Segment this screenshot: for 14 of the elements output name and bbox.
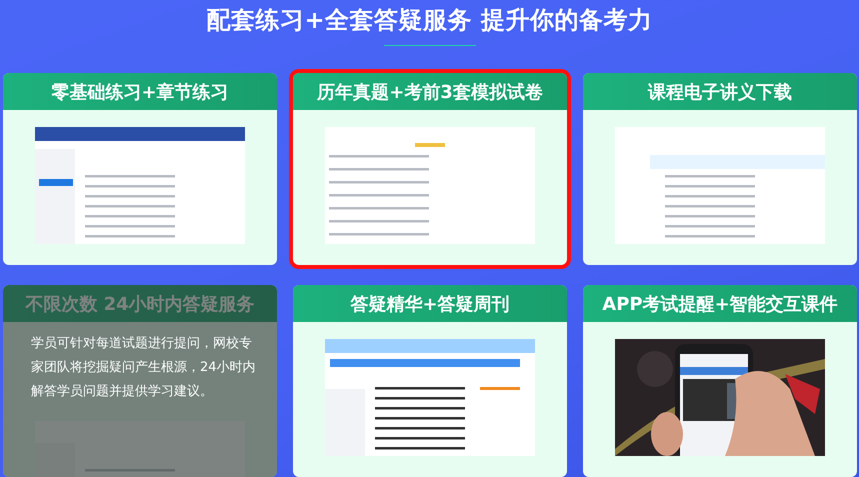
card-description: 学员可针对每道试题进行提问，网校专家团队将挖掘疑问产生根源，24小时内解答学员问题并提供学习建议。 — [31, 335, 257, 401]
card-title: APP考试提醒+智能交互课件 — [602, 292, 838, 316]
feature-card[interactable]: 答疑精华+答疑周刊 — [293, 285, 567, 477]
feature-card[interactable]: APP考试提醒+智能交互课件 — [583, 285, 857, 477]
feature-card[interactable]: 课程电子讲义下载 — [583, 73, 857, 265]
feature-card[interactable]: 历年真题+考前3套模拟试卷 — [293, 73, 567, 265]
card-title: 课程电子讲义下载 — [648, 80, 792, 104]
card-title: 历年真题+考前3套模拟试卷 — [317, 80, 543, 104]
card-title: 不限次数 24小时内答疑服务 — [25, 292, 255, 316]
page-heading: 配套练习+全套答疑服务 提升你的备考力 — [206, 5, 652, 36]
feature-card[interactable]: 不限次数 24小时内答疑服务 学员可针对每道试题进行提问，网校专家团队将挖掘疑问产生根源，24小时内解答学员问题并提供学习建议。 — [3, 285, 277, 477]
card-title: 答疑精华+答疑周刊 — [350, 292, 510, 316]
feature-card[interactable]: 零基础练习+章节练习 — [3, 73, 277, 265]
card-title: 零基础练习+章节练习 — [51, 80, 229, 104]
